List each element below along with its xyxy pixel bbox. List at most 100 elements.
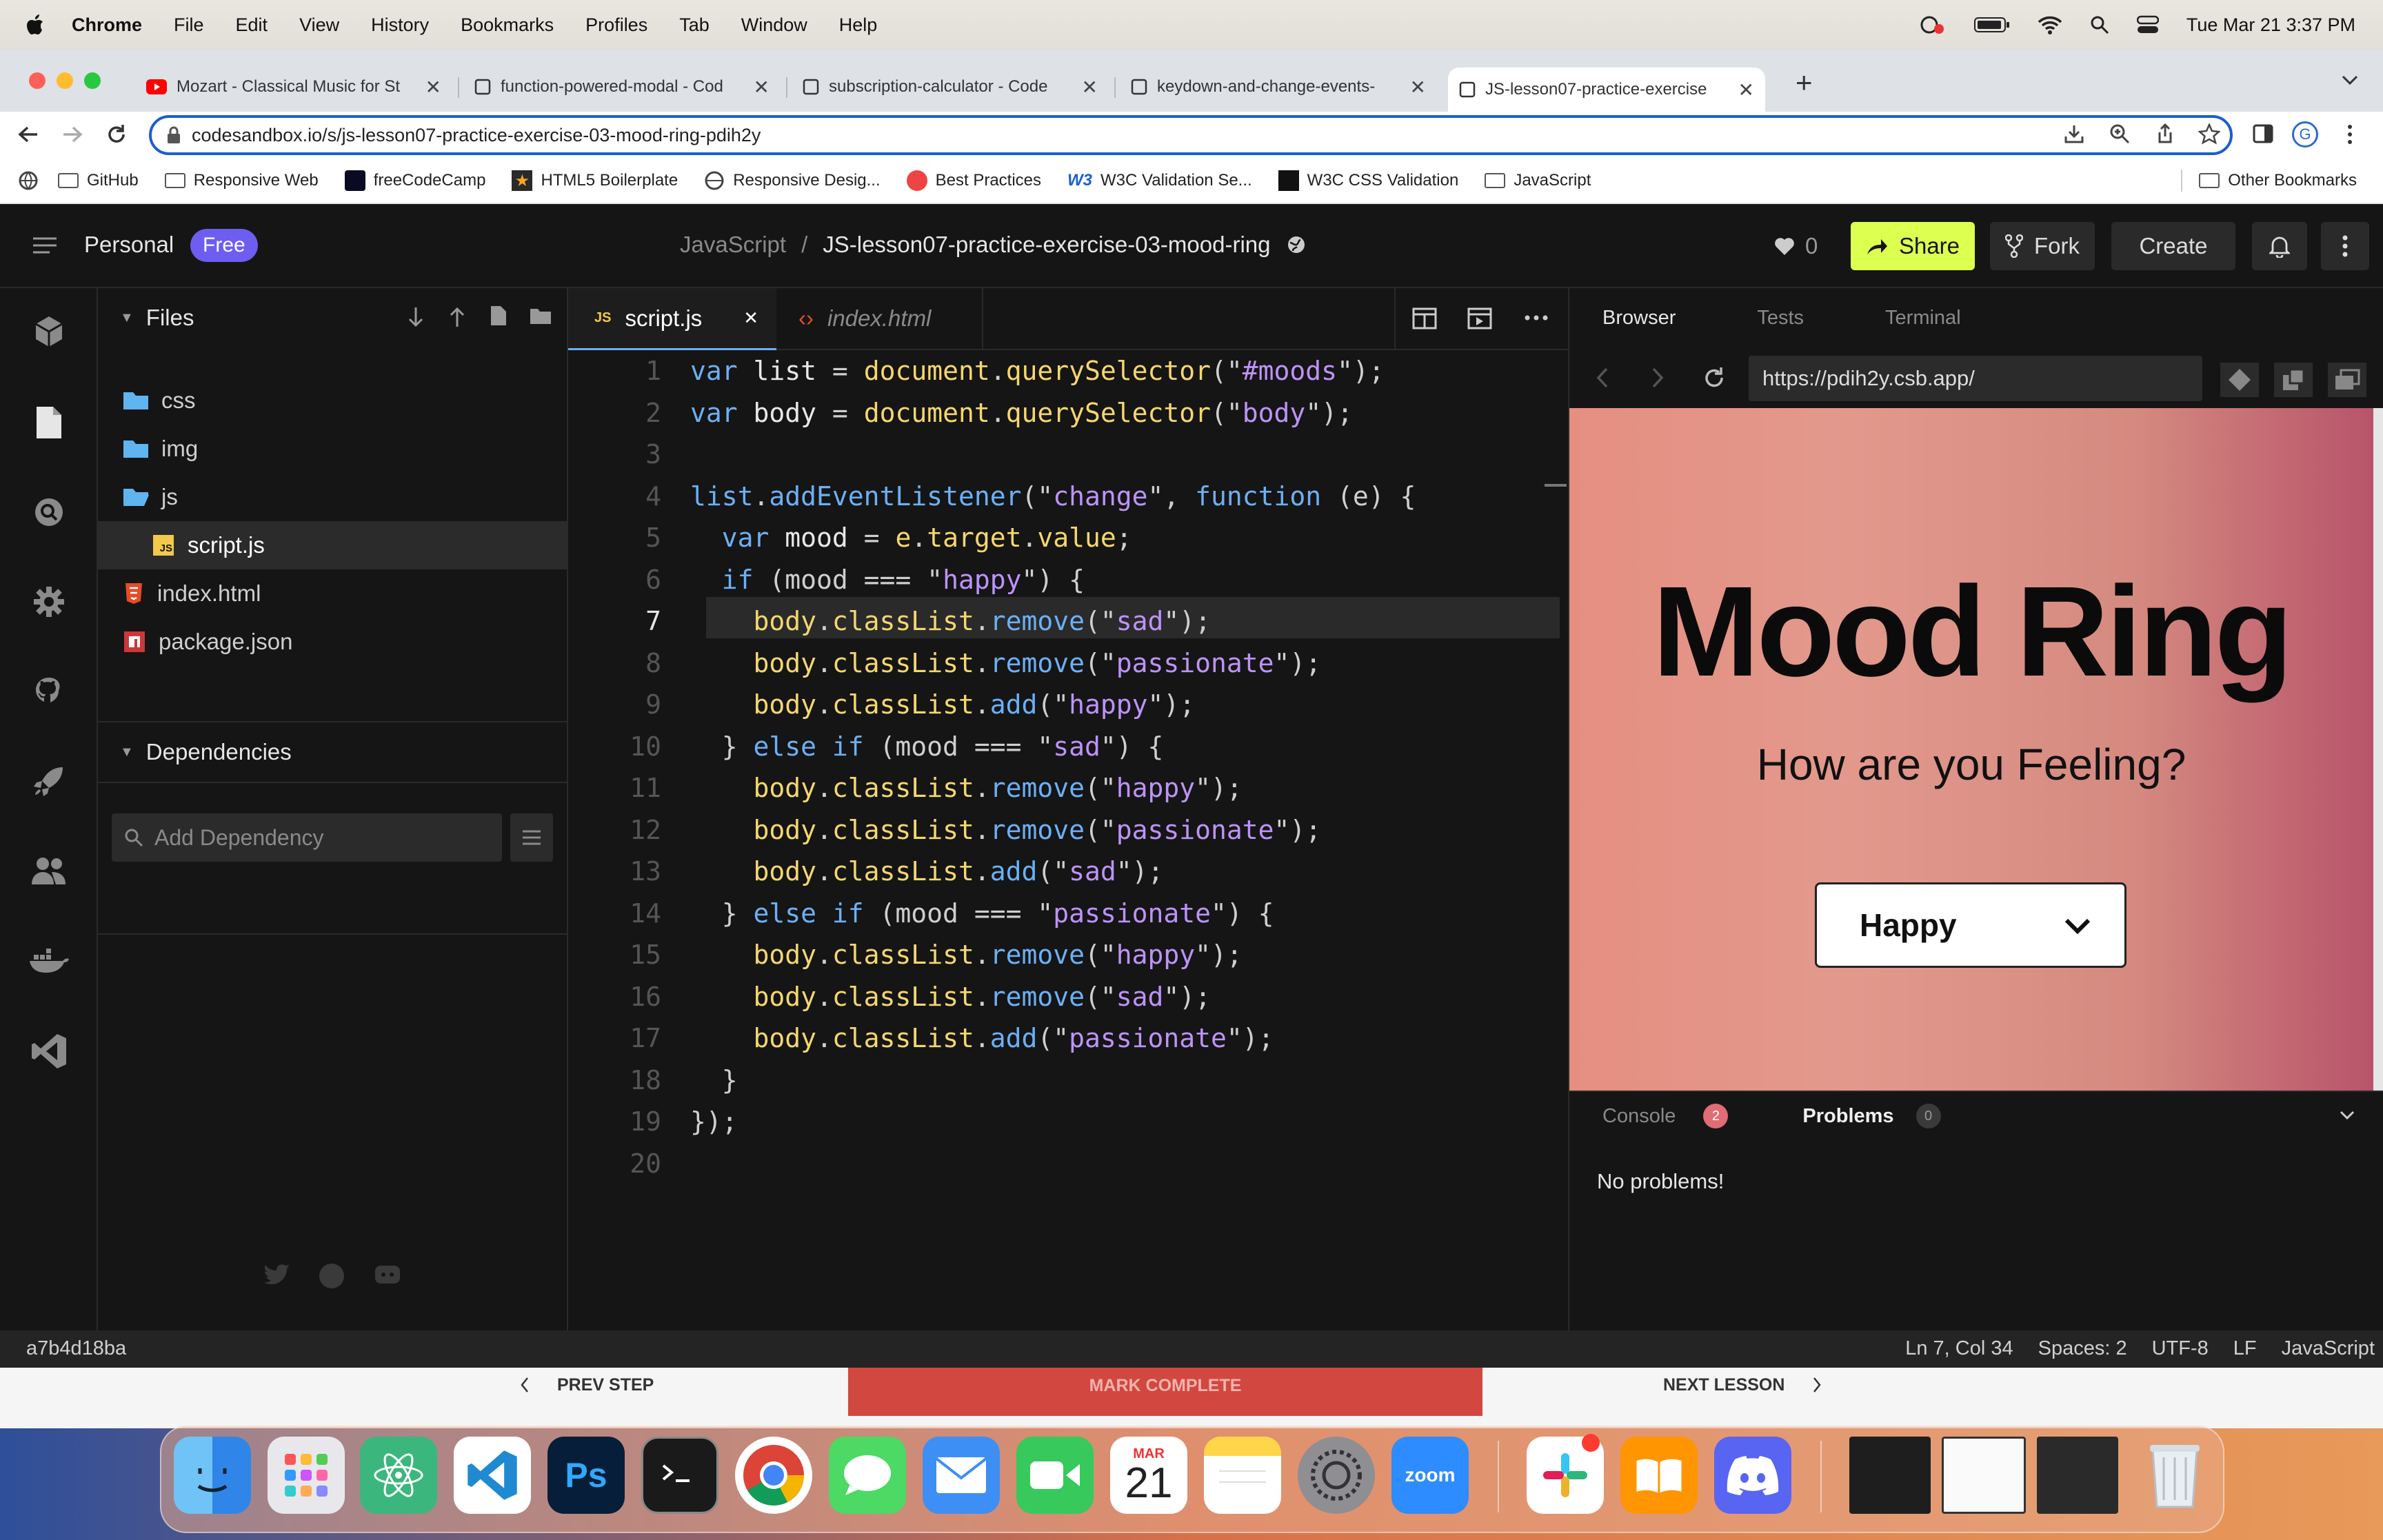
mood-select[interactable]: Happy (1815, 882, 2126, 968)
launchpad-icon[interactable] (268, 1437, 345, 1514)
browser-tab[interactable]: function-powered-modal - Cod ✕ (463, 68, 781, 106)
bookmark-responsive-design[interactable]: Responsive Desig... (704, 170, 881, 191)
more-horizontal-icon[interactable] (1524, 314, 1549, 321)
code-line[interactable]: 19}); (568, 1101, 1561, 1142)
problems-tab[interactable]: Problems (1802, 1105, 1893, 1128)
close-tab-icon[interactable]: ✕ (1082, 76, 1098, 99)
dependency-menu-button[interactable] (510, 813, 553, 862)
tree-folder-img[interactable]: img (98, 425, 567, 473)
code-line[interactable]: 2 var body = document. querySelector (" body… (568, 392, 1561, 434)
discord-footer-icon[interactable] (374, 1264, 401, 1288)
menu-help[interactable]: Help (839, 14, 878, 36)
close-tab-icon[interactable]: ✕ (1738, 79, 1754, 101)
like-button[interactable]: 0 (1773, 233, 1818, 259)
preview-scrollbar[interactable] (2373, 408, 2383, 1091)
spotlight-search-icon[interactable] (2090, 15, 2109, 34)
code-line[interactable]: 5 var mood = e. target. value; (568, 517, 1561, 558)
code-line[interactable]: 8 body. classList. remove (" passionate "); (568, 642, 1561, 684)
chrome-menu-icon[interactable] (2343, 123, 2357, 146)
next-lesson-button[interactable]: NEXT LESSON (1663, 1368, 1822, 1402)
calendar-icon[interactable]: MAR 21 (1110, 1437, 1187, 1514)
menu-bookmarks[interactable]: Bookmarks (461, 14, 554, 36)
code-line[interactable]: 16 body. classList. remove (" sad "); (568, 976, 1561, 1017)
other-bookmarks[interactable]: Other Bookmarks (2181, 170, 2357, 192)
close-tab-icon[interactable]: ✕ (743, 307, 758, 329)
share-page-icon[interactable] (2154, 123, 2176, 145)
code-line[interactable]: 7 body. classList. remove (" sad "); (568, 600, 1561, 642)
preview-reload-icon[interactable] (1702, 365, 1727, 390)
close-tab-icon[interactable]: ✕ (754, 76, 770, 99)
zoom-icon[interactable] (2109, 123, 2131, 145)
menu-edit[interactable]: Edit (236, 14, 268, 36)
zoom-window-button[interactable] (84, 72, 101, 89)
vscode-icon[interactable] (25, 1027, 73, 1075)
browser-tab[interactable]: subscription-calculator - Code ✕ (792, 68, 1109, 106)
live-users-icon[interactable] (25, 847, 73, 895)
atom-icon[interactable] (360, 1437, 437, 1514)
code-line[interactable]: 15 body. classList. remove (" happy "); (568, 934, 1561, 975)
code-line[interactable]: 6 if (mood === " happy ") { (568, 559, 1561, 600)
preview-codesandbox-icon[interactable] (2220, 363, 2259, 397)
address-bar[interactable]: codesandbox.io/s/js-lesson07-practice-ex… (149, 115, 2233, 155)
bookmark-w3c-validation[interactable]: W3 W3C Validation Se... (1067, 171, 1252, 190)
code-line[interactable]: 14 } else if (mood === " passionate ") { (568, 893, 1561, 934)
lock-icon[interactable] (167, 126, 181, 144)
notifications-button[interactable] (2252, 222, 2307, 270)
language-mode[interactable]: JavaScript (2282, 1337, 2375, 1360)
bookmark-star-icon[interactable] (2198, 123, 2220, 145)
bookmark-html5-boilerplate[interactable]: ★ HTML5 Boilerplate (512, 170, 678, 191)
install-icon[interactable] (2063, 123, 2085, 145)
control-center-icon[interactable] (2136, 15, 2159, 34)
minimized-window-thumbnail[interactable] (2037, 1437, 2118, 1514)
browser-tab[interactable]: keydown-and-change-events- ✕ (1120, 68, 1437, 106)
code-line[interactable]: 9 body. classList. add (" happy "); (568, 684, 1561, 725)
menu-tab[interactable]: Tab (679, 14, 710, 36)
file-encoding[interactable]: UTF-8 (2152, 1337, 2209, 1360)
github-footer-icon[interactable] (319, 1263, 345, 1289)
split-view-icon[interactable] (1412, 307, 1437, 330)
new-tab-button[interactable]: + (1796, 66, 1813, 99)
commit-hash[interactable]: a7b4d18ba (26, 1337, 126, 1360)
minimized-window-thumbnail[interactable] (1849, 1437, 1931, 1514)
code-line[interactable]: 10 } else if (mood === " sad ") { (568, 726, 1561, 767)
preview-back-icon[interactable] (1596, 367, 1609, 389)
menu-history[interactable]: History (371, 14, 429, 36)
chrome-dock-icon[interactable] (735, 1437, 812, 1514)
fork-button[interactable]: Fork (1990, 222, 2095, 270)
editor-tab-script-js[interactable]: JS script.js ✕ (568, 288, 776, 350)
facetime-icon[interactable] (1016, 1437, 1094, 1514)
preview-fullscreen-icon[interactable] (2328, 363, 2366, 397)
dependencies-header[interactable]: ▼ Dependencies (98, 722, 568, 782)
notes-icon[interactable] (1204, 1437, 1281, 1514)
browser-tab[interactable]: Mozart - Classical Music for St ✕ (135, 68, 452, 106)
share-button[interactable]: Share (1851, 222, 1975, 270)
close-window-button[interactable] (29, 72, 46, 89)
books-icon[interactable] (1620, 1437, 1698, 1514)
tree-folder-css[interactable]: css (98, 376, 567, 425)
explorer-files-icon[interactable] (25, 398, 73, 447)
console-tab[interactable]: Console (1602, 1105, 1676, 1128)
prev-step-button[interactable]: PREV STEP (520, 1368, 654, 1402)
profile-avatar[interactable]: G (2292, 121, 2318, 148)
hamburger-menu-icon[interactable] (32, 236, 58, 255)
line-endings[interactable]: LF (2233, 1337, 2257, 1360)
creative-cloud-icon[interactable] (1919, 14, 1947, 35)
add-dependency-input[interactable]: Add Dependency (112, 813, 502, 862)
download-icon[interactable] (407, 306, 425, 328)
discord-dock-icon[interactable] (1714, 1437, 1791, 1514)
deploy-rocket-icon[interactable] (25, 757, 73, 805)
sandbox-info-icon[interactable] (25, 307, 73, 356)
finder-icon[interactable] (174, 1437, 251, 1514)
tree-file-index-html[interactable]: index.html (98, 569, 567, 618)
menu-file[interactable]: File (174, 14, 204, 36)
messages-icon[interactable] (829, 1437, 906, 1514)
terminal-icon[interactable] (641, 1437, 718, 1514)
preview-window-icon[interactable] (1467, 307, 1492, 330)
bookmark-w3c-css-validation[interactable]: W3C CSS Validation (1278, 170, 1458, 191)
workspace-name[interactable]: Personal (84, 232, 174, 258)
url-text[interactable]: codesandbox.io/s/js-lesson07-practice-ex… (192, 125, 761, 146)
cursor-position[interactable]: Ln 7, Col 34 (1905, 1337, 2013, 1360)
vscode-dock-icon[interactable] (454, 1437, 531, 1514)
preview-forward-icon[interactable] (1651, 367, 1665, 389)
new-file-icon[interactable] (490, 305, 507, 327)
